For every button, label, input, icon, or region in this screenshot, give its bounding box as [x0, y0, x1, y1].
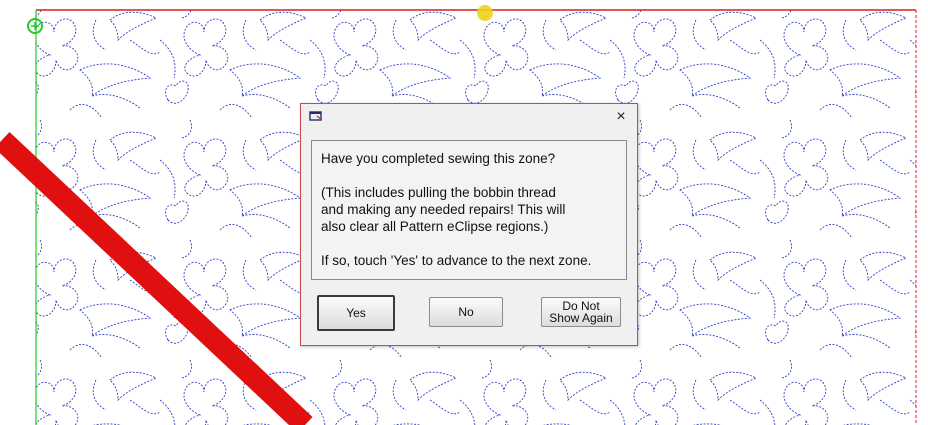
message-line: (This includes pulling the bobbin thread [321, 185, 556, 200]
confirm-zone-dialog: × Have you completed sewing this zone? (… [300, 103, 638, 346]
app-window-icon [309, 111, 323, 121]
yes-button[interactable]: Yes [317, 295, 395, 331]
message-line: If so, touch 'Yes' to advance to the nex… [321, 253, 592, 268]
no-button[interactable]: No [429, 297, 503, 327]
dialog-message: Have you completed sewing this zone? (Th… [311, 140, 627, 280]
button-label-line: Show Again [549, 311, 613, 325]
needle-position-marker [477, 5, 493, 21]
close-icon[interactable]: × [609, 107, 633, 127]
message-line: and making any needed repairs! This will [321, 202, 566, 217]
message-line: also clear all Pattern eClipse regions.) [321, 219, 549, 234]
message-line: Have you completed sewing this zone? [321, 151, 556, 166]
do-not-show-again-button[interactable]: Do Not Show Again [541, 297, 621, 327]
dialog-titlebar[interactable]: × [301, 104, 637, 130]
